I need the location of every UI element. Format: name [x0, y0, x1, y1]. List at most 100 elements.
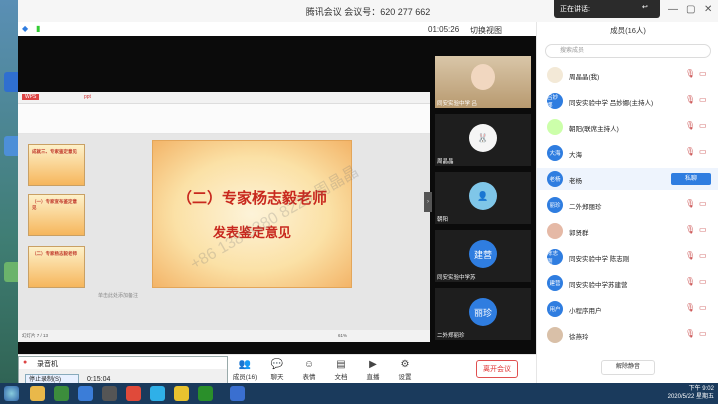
mic-muted-icon[interactable]: 🎙 — [685, 147, 695, 156]
video-label: 二外郑丽珍 — [437, 333, 465, 339]
meeting-title: 腾讯会议 会议号：620 277 662 — [305, 6, 431, 17]
member-name: 同安实验中学 陈志刚 — [569, 256, 630, 263]
tencent-meeting-icon[interactable] — [230, 386, 245, 401]
member-name: 小程序用户 — [569, 308, 602, 315]
member-row[interactable]: 老杨 老杨 私聊 — [537, 168, 718, 190]
member-name: 大海 — [569, 152, 582, 159]
camera-off-icon[interactable]: ▭ — [699, 199, 707, 208]
switch-view-button[interactable]: 切换视图 — [470, 25, 502, 36]
camera-off-icon[interactable]: ▭ — [699, 303, 707, 312]
unmute-all-button[interactable]: 解除静音 — [601, 360, 655, 375]
explorer-icon[interactable] — [30, 386, 45, 401]
member-row[interactable]: 陈志刚 同安实验中学 陈志刚 🎙 ▭ — [537, 246, 718, 268]
mic-muted-icon[interactable]: 🎙 — [685, 69, 695, 78]
member-row[interactable]: 徐燕玲 🎙 ▭ — [537, 324, 718, 346]
camera-off-icon[interactable]: ▭ — [699, 69, 707, 78]
video-tile[interactable]: 建营 同安实验中学苏 — [435, 230, 531, 282]
app-icon[interactable] — [198, 386, 213, 401]
member-row[interactable]: 朝阳(联席主持人) 🎙 ▭ — [537, 116, 718, 138]
member-name: 二外郑丽珍 — [569, 204, 602, 211]
ppt-tab[interactable]: ppt — [84, 94, 91, 100]
camera-off-icon[interactable]: ▭ — [699, 147, 707, 156]
members-icon: 👥 — [238, 359, 252, 370]
member-name: 郭贤群 — [569, 230, 589, 237]
mic-muted-icon[interactable]: 🎙 — [685, 277, 695, 286]
slide-thumbnail[interactable]: 成就三、专家鉴定意见 — [28, 144, 85, 186]
mic-muted-icon[interactable]: 🎙 — [685, 199, 695, 208]
slide-counter: 幻灯片 7 / 13 — [22, 333, 49, 338]
avatar — [547, 223, 563, 239]
app-icon[interactable] — [174, 386, 189, 401]
zoom-level[interactable]: 61% — [338, 333, 347, 338]
member-name: 老杨 — [569, 178, 582, 185]
member-row[interactable]: 丽珍 二外郑丽珍 🎙 ▭ — [537, 194, 718, 216]
mic-muted-icon[interactable]: 🎙 — [685, 121, 695, 130]
camera-off-icon[interactable]: ▭ — [699, 95, 707, 104]
video-label: 周晶晶 — [437, 159, 454, 165]
video-tile[interactable]: 👤 朝阳 — [435, 172, 531, 224]
mic-muted-icon[interactable]: 🎙 — [685, 225, 695, 234]
member-row[interactable]: 周晶晶(我) 🎙 ▭ — [537, 64, 718, 86]
settings-button[interactable]: ⚙ 设置 — [390, 358, 420, 381]
member-row[interactable]: 大海 大海 🎙 ▭ — [537, 142, 718, 164]
avatar — [547, 67, 563, 83]
reactions-button[interactable]: ☺ 表情 — [294, 358, 324, 381]
chat-icon: 💬 — [270, 359, 284, 370]
recording-time: 0:15:04 — [87, 376, 111, 383]
shield-icon: ◆ — [22, 24, 29, 33]
video-tile[interactable]: 丽珍 二外郑丽珍 — [435, 288, 531, 340]
info-bar: ◆ ▮ 01:05:26 切换视图 — [18, 22, 536, 36]
avatar — [547, 119, 563, 135]
member-row[interactable]: 建营 同安实验中学苏建营 🎙 ▭ — [537, 272, 718, 294]
mic-muted-icon[interactable]: 🎙 — [685, 329, 695, 338]
video-label: 同安实验中学 吕 — [437, 101, 478, 107]
slide-thumbnail[interactable]: （二）专家杨志毅老师 — [28, 246, 85, 288]
mic-muted-icon[interactable]: 🎙 — [685, 251, 695, 260]
camera-off-icon[interactable]: ▭ — [699, 329, 707, 338]
camera-off-icon[interactable]: ▭ — [699, 121, 707, 130]
app-icon[interactable] — [150, 386, 165, 401]
slide-thumbnail[interactable]: （一）专家宣布鉴定意见 — [28, 194, 85, 236]
live-button[interactable]: ▶ 直播 — [358, 358, 388, 381]
start-icon[interactable] — [4, 386, 19, 401]
member-row[interactable]: 吕妙娜 同安实验中学 吕妙娜(主持人) 🎙 ▭ — [537, 90, 718, 112]
members-button[interactable]: 👥 成员(16) — [230, 358, 260, 381]
shared-screen: WPS ppt 成就三、专家鉴定意见 （一）专家宣布鉴定意见 （二）专家杨志毅老… — [18, 92, 430, 342]
camera-off-icon[interactable]: ▭ — [699, 277, 707, 286]
minimize-icon[interactable]: — — [668, 4, 678, 15]
app-icon[interactable] — [78, 386, 93, 401]
wps-home-tab[interactable]: WPS — [22, 94, 40, 100]
app-icon[interactable] — [54, 386, 69, 401]
member-row[interactable]: 用户 小程序用户 🎙 ▭ — [537, 298, 718, 320]
docs-button[interactable]: ▤ 文档 — [326, 358, 356, 381]
camera-off-icon[interactable]: ▭ — [699, 225, 707, 234]
mic-muted-icon[interactable]: 🎙 — [685, 95, 695, 104]
app-icon[interactable] — [102, 386, 117, 401]
taskbar: 下午 9:02 2020/5/22 星期五 — [0, 383, 718, 404]
members-panel: 成员(16人) 搜索成员 周晶晶(我) 🎙 ▭ 吕妙娜 同安实验中学 吕妙娜(主持人) 🎙… — [536, 22, 718, 383]
avatar: 丽珍 — [469, 298, 497, 326]
member-search-input[interactable]: 搜索成员 — [545, 44, 711, 58]
video-tile[interactable]: 🐰 周晶晶 — [435, 114, 531, 166]
mic-muted-icon[interactable]: 🎙 — [685, 303, 695, 312]
video-tile[interactable]: 同安实验中学 吕 — [435, 56, 531, 108]
maximize-icon[interactable]: ▢ — [686, 4, 695, 15]
private-chat-button[interactable]: 私聊 — [671, 173, 711, 185]
pin-icon[interactable]: ↩ — [642, 3, 648, 11]
camera-off-icon[interactable]: ▭ — [699, 251, 707, 260]
chat-button[interactable]: 💬 聊天 — [262, 358, 292, 381]
video-label: 同安实验中学苏 — [437, 275, 476, 281]
collapse-handle[interactable]: › — [424, 192, 432, 212]
avatar: 丽珍 — [547, 197, 563, 213]
leave-meeting-button[interactable]: 离开会议 — [476, 360, 518, 378]
avatar: 建营 — [547, 275, 563, 291]
notes-placeholder[interactable]: 单击此处添加备注 — [98, 292, 138, 299]
close-icon[interactable]: ✕ — [704, 4, 712, 15]
member-row[interactable]: 郭贤群 🎙 ▭ — [537, 220, 718, 242]
avatar: 陈志刚 — [547, 249, 563, 265]
app-icon[interactable] — [126, 386, 141, 401]
avatar: 👤 — [469, 182, 497, 210]
wps-statusbar: 幻灯片 7 / 13 61% — [18, 330, 430, 342]
member-name: 同安实验中学 吕妙娜(主持人) — [569, 100, 654, 107]
member-name: 徐燕玲 — [569, 334, 589, 341]
